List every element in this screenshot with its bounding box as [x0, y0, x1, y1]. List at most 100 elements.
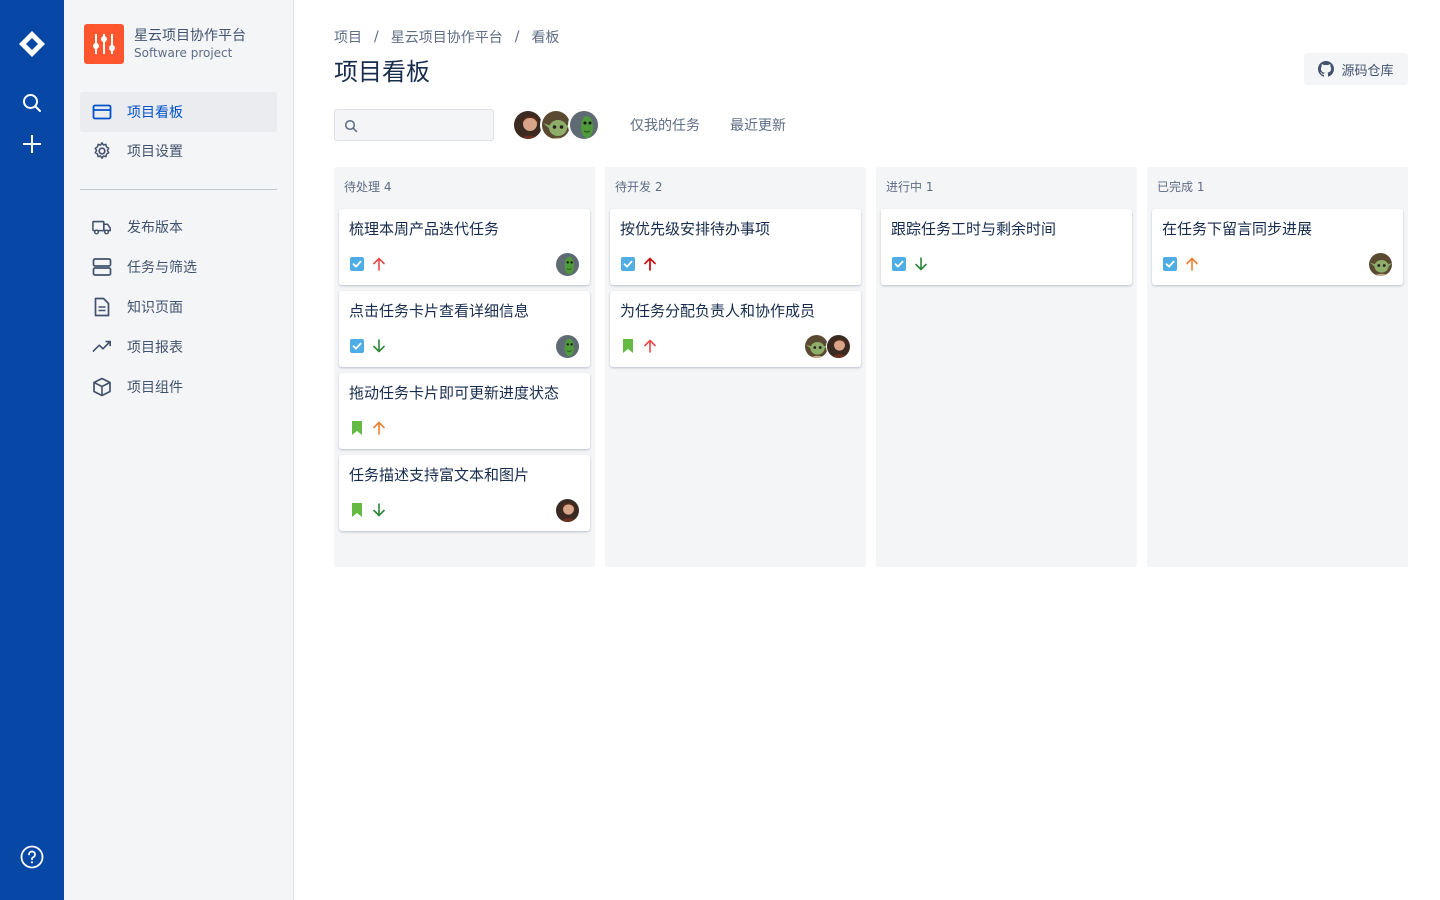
only-my-issues-filter[interactable]: 仅我的任务	[630, 115, 700, 135]
board-icon	[92, 102, 112, 122]
task-icon	[620, 256, 636, 272]
issue-card[interactable]: 任务描述支持富文本和图片	[339, 455, 590, 531]
breadcrumb-item[interactable]: 看板	[531, 27, 559, 47]
board-column: 待处理 4 梳理本周产品迭代任务点击任务卡片查看详细信息拖动任务卡片即可更新进度状…	[334, 167, 595, 567]
project-name: 星云项目协作平台	[134, 28, 246, 44]
project-sidebar: 星云项目协作平台 Software project 项目看板 项目设置 发布版本…	[64, 0, 294, 900]
logo-icon[interactable]	[16, 28, 48, 60]
project-avatar	[84, 24, 124, 64]
sidebar-item-label: 项目设置	[127, 144, 183, 160]
story-icon	[620, 338, 636, 354]
highest-priority-icon	[642, 256, 658, 272]
sidebar-item-label: 发布版本	[127, 220, 183, 236]
issue-card-footer	[349, 333, 580, 359]
low-priority-icon	[371, 338, 387, 354]
assignee-avatars	[555, 333, 580, 359]
story-icon	[349, 502, 365, 518]
kanban-board: 待处理 4 梳理本周产品迭代任务点击任务卡片查看详细信息拖动任务卡片即可更新进度状…	[334, 167, 1408, 567]
sidebar-item-releases[interactable]: 发布版本	[80, 207, 277, 247]
issue-title: 在任务下留言同步进展	[1162, 220, 1313, 238]
search-icon	[344, 119, 358, 133]
project-type: Software project	[134, 46, 233, 60]
story-icon	[349, 420, 365, 436]
sidebar-item-board[interactable]: 项目看板	[80, 92, 277, 132]
breadcrumb-item[interactable]: 星云项目协作平台	[391, 27, 503, 47]
sidebar-item-pages[interactable]: 知识页面	[80, 287, 277, 327]
avatar-user-green[interactable]	[568, 109, 600, 141]
issue-card-footer	[891, 252, 1122, 276]
column-title: 待处理 4	[344, 180, 392, 194]
gear-icon	[92, 141, 112, 161]
stack-icon	[92, 257, 112, 277]
issue-title: 梳理本周产品迭代任务	[349, 220, 500, 238]
issue-title: 点击任务卡片查看详细信息	[349, 302, 530, 320]
medium-priority-icon	[371, 420, 387, 436]
trend-icon	[92, 337, 112, 357]
column-title: 进行中 1	[886, 180, 934, 194]
truck-icon	[92, 217, 112, 237]
search-box[interactable]	[334, 109, 494, 141]
sidebar-item-label: 项目看板	[127, 105, 183, 121]
breadcrumb-item[interactable]: 项目	[334, 27, 362, 47]
issue-card-footer	[620, 252, 851, 276]
issue-card-footer	[349, 497, 580, 523]
assignee-avatars	[1368, 251, 1393, 277]
issue-card[interactable]: 点击任务卡片查看详细信息	[339, 291, 590, 367]
board-column: 进行中 1 跟踪任务工时与剩余时间	[876, 167, 1137, 567]
sidebar-item-label: 任务与筛选	[127, 260, 197, 276]
github-icon	[1318, 61, 1335, 77]
low-priority-icon	[913, 256, 929, 272]
issue-title: 拖动任务卡片即可更新进度状态	[349, 384, 560, 402]
avatar-yoda[interactable]	[1368, 251, 1393, 277]
sidebar-item-issues[interactable]: 任务与筛选	[80, 247, 277, 287]
board-column: 待开发 2 按优先级安排待办事项为任务分配负责人和协作成员	[605, 167, 866, 567]
issue-title: 跟踪任务工时与剩余时间	[891, 220, 1057, 238]
issue-card-footer	[349, 251, 580, 277]
avatar-green[interactable]	[555, 251, 580, 277]
search-input[interactable]	[335, 110, 493, 140]
sidebar-item-label: 项目组件	[127, 380, 183, 396]
column-title: 待开发 2	[615, 180, 663, 194]
repo-button-label: 源码仓库	[1341, 63, 1394, 79]
sidebar-item-settings[interactable]: 项目设置	[80, 131, 277, 171]
page-title: 项目看板	[334, 58, 430, 86]
issue-card[interactable]: 在任务下留言同步进展	[1152, 209, 1403, 285]
board-column: 已完成 1 在任务下留言同步进展	[1147, 167, 1408, 567]
column-title: 已完成 1	[1157, 180, 1205, 194]
global-nav	[0, 0, 64, 900]
avatar-red[interactable]	[826, 333, 851, 359]
assignee-avatars	[555, 251, 580, 277]
assignee-avatars	[555, 497, 580, 523]
avatar-green[interactable]	[555, 333, 580, 359]
low-priority-icon	[371, 502, 387, 518]
sidebar-item-components[interactable]: 项目组件	[80, 367, 277, 407]
issue-card[interactable]: 拖动任务卡片即可更新进度状态	[339, 373, 590, 449]
main-content: 项目 / 星云项目协作平台 / 看板 项目看板 源码仓库 仅我的任务 最近更新 …	[294, 0, 1440, 900]
task-icon	[349, 256, 365, 272]
sidebar-item-reports[interactable]: 项目报表	[80, 327, 277, 367]
issue-card[interactable]: 梳理本周产品迭代任务	[339, 209, 590, 285]
help-icon[interactable]	[16, 841, 48, 873]
issue-card[interactable]: 为任务分配负责人和协作成员	[610, 291, 861, 367]
issue-title: 为任务分配负责人和协作成员	[620, 302, 816, 320]
task-icon	[891, 256, 907, 272]
repo-button[interactable]: 源码仓库	[1304, 53, 1408, 85]
assignee-avatars	[804, 333, 851, 359]
issue-title: 任务描述支持富文本和图片	[349, 466, 530, 484]
avatar-red[interactable]	[555, 497, 580, 523]
task-icon	[1162, 256, 1178, 272]
issue-title: 按优先级安排待办事项	[620, 220, 771, 238]
box-icon	[92, 377, 112, 397]
project-header[interactable]: 星云项目协作平台 Software project	[84, 24, 246, 64]
recently-updated-filter[interactable]: 最近更新	[730, 115, 786, 135]
high-priority-icon	[371, 256, 387, 272]
search-icon[interactable]	[16, 87, 48, 119]
issue-card-footer	[1162, 251, 1393, 277]
sidebar-divider	[80, 189, 277, 190]
board-filters: 仅我的任务 最近更新	[334, 108, 1334, 142]
sidebar-item-label: 知识页面	[127, 300, 183, 316]
issue-card[interactable]: 跟踪任务工时与剩余时间	[881, 209, 1132, 285]
issue-card[interactable]: 按优先级安排待办事项	[610, 209, 861, 285]
create-icon[interactable]	[16, 128, 48, 160]
medium-priority-icon	[1184, 256, 1200, 272]
